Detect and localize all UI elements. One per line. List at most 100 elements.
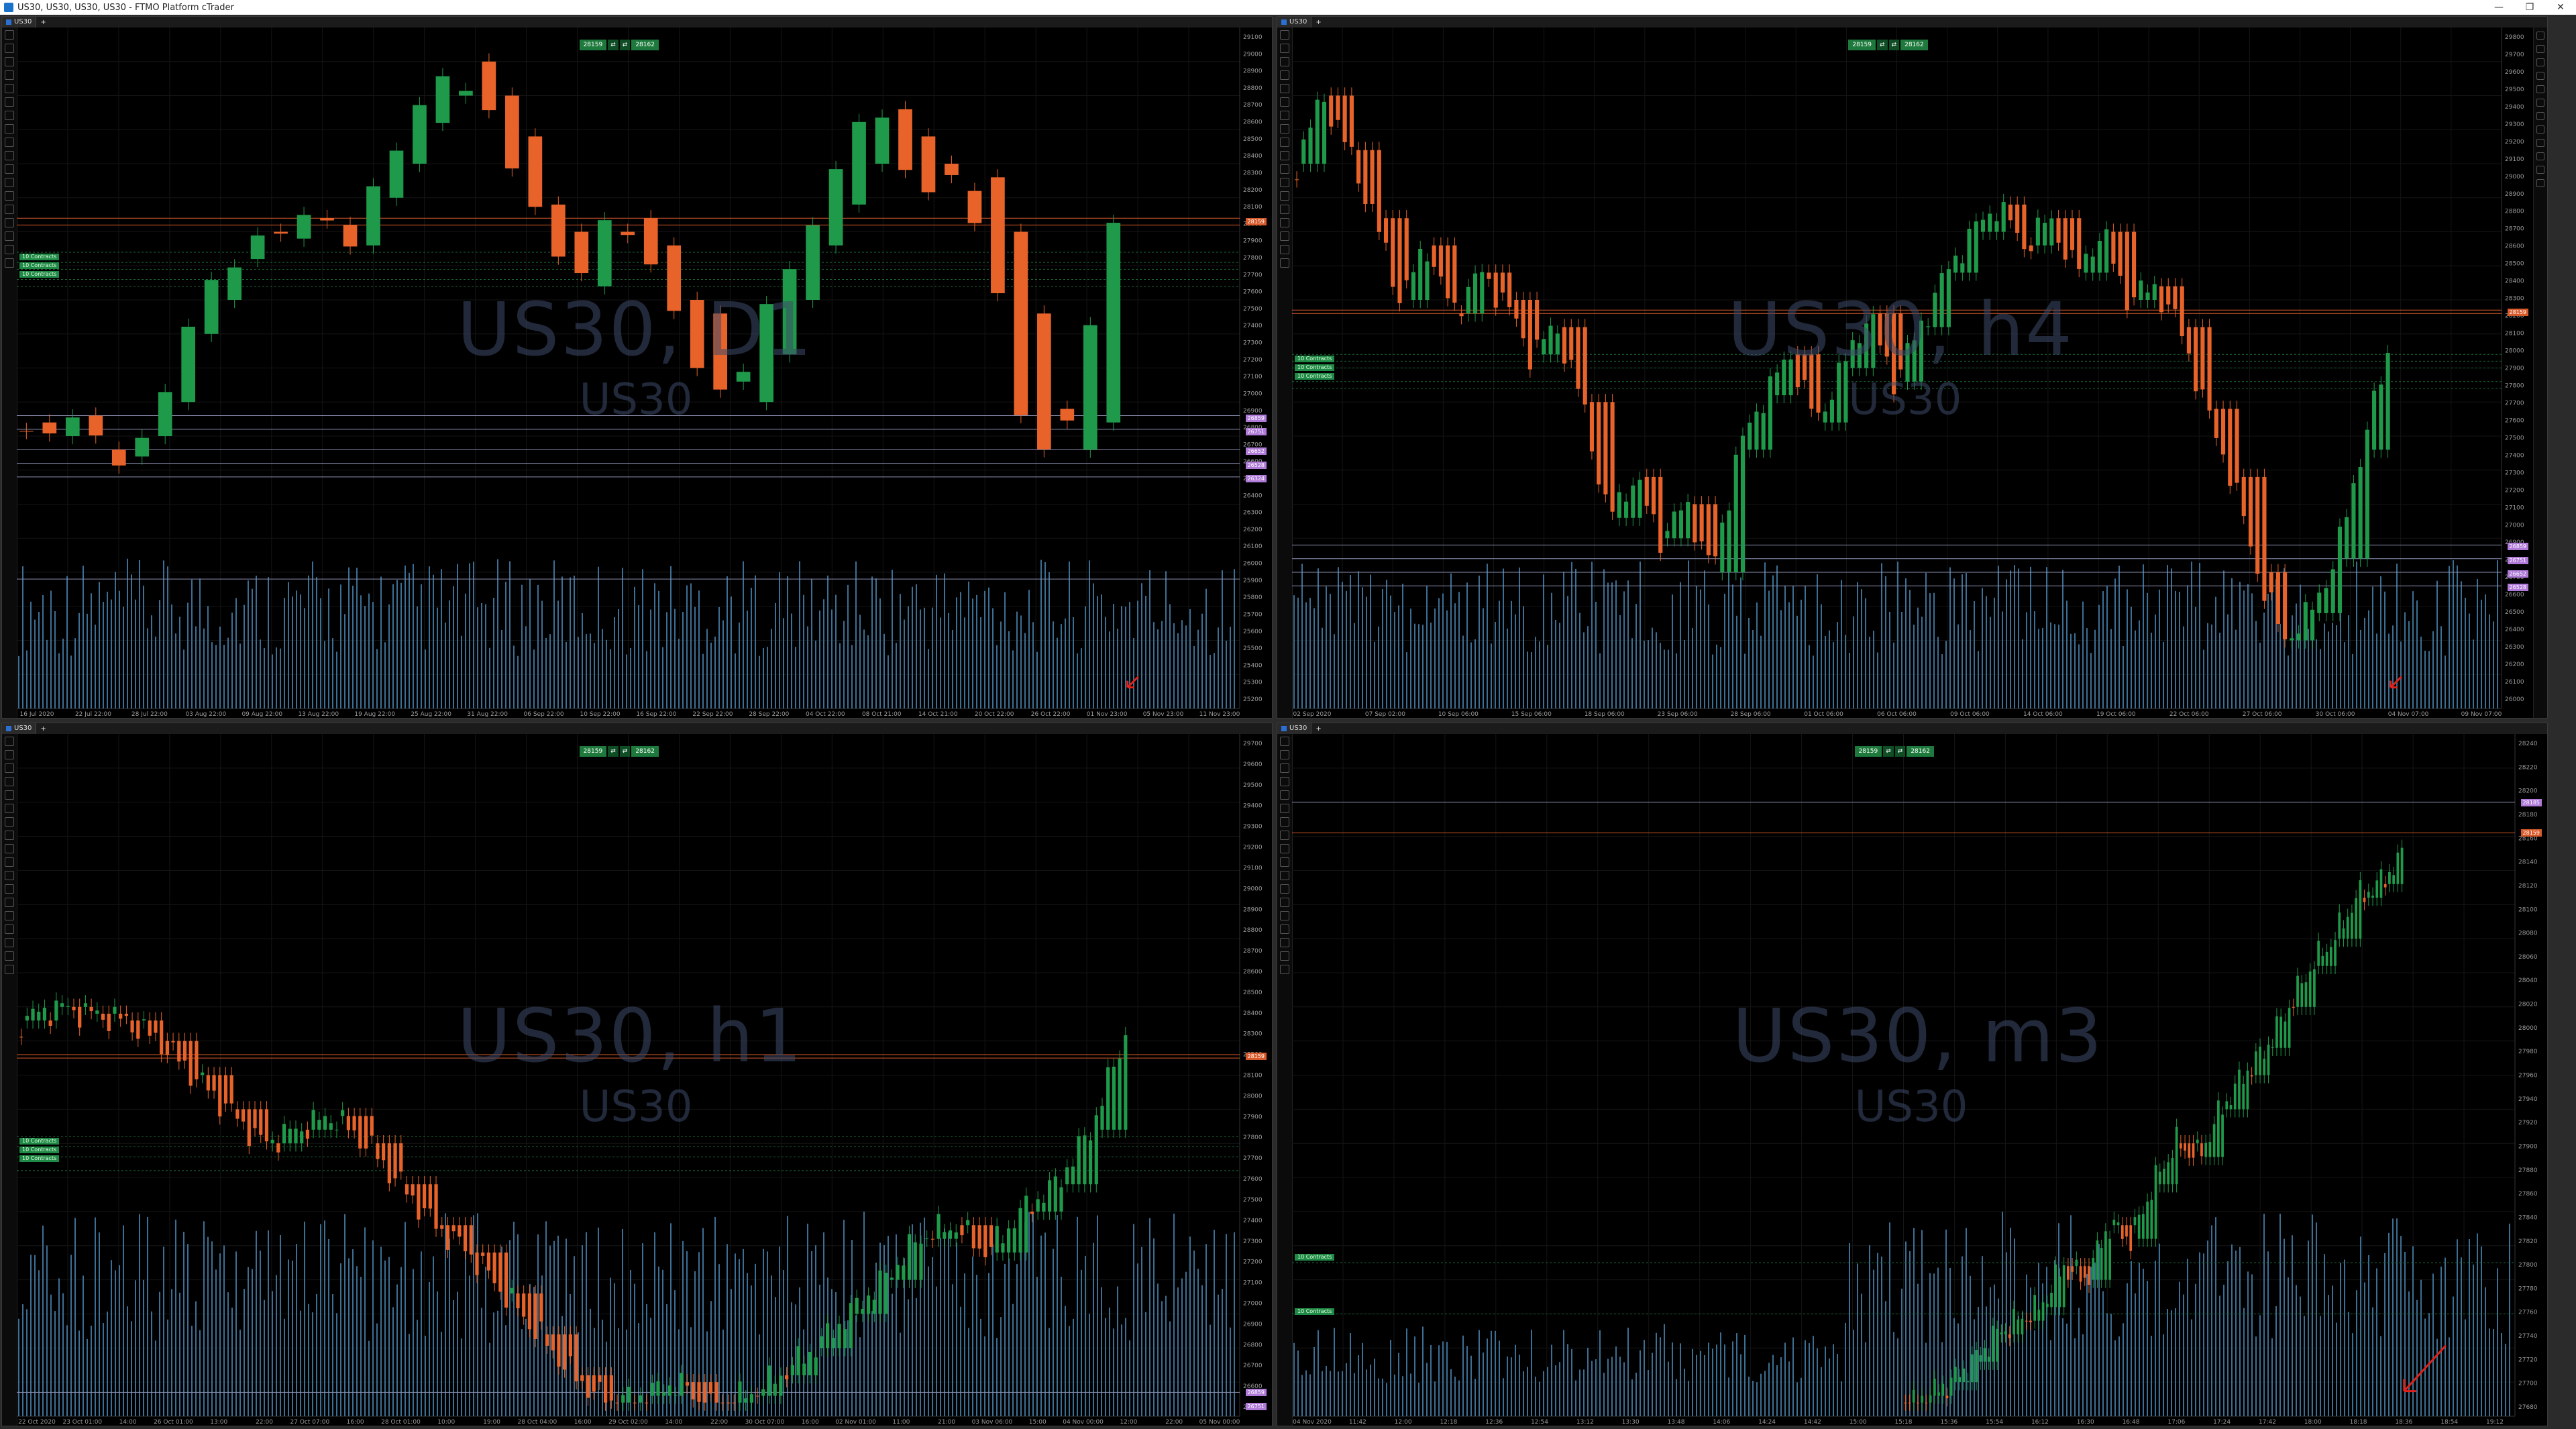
zoom-out-icon[interactable] [5,44,14,53]
channel-icon[interactable] [5,924,14,934]
swap-icon[interactable]: ⇄ [1894,746,1906,757]
arrow-icon[interactable] [1280,938,1289,947]
text-icon[interactable] [1280,191,1289,201]
info-icon[interactable] [1280,70,1289,80]
arrow-icon[interactable] [1280,231,1289,241]
chart-panel-h4[interactable]: US30 +29800 29700 29600 29500 29400 29300 29200… [1277,16,2548,719]
horizontal-line-icon[interactable] [1280,164,1289,174]
calendar-icon[interactable] [5,84,14,93]
fibonacci-icon[interactable] [5,178,14,187]
chart-symbol-tab[interactable]: US30 [1277,17,1312,28]
swap-icon[interactable]: ⇄ [619,40,631,50]
fibonacci-icon[interactable] [5,884,14,894]
position-tag[interactable]: 10 Contracts [19,1138,60,1145]
zoom-in-icon[interactable] [5,30,14,40]
info-icon[interactable] [5,70,14,80]
measure-icon[interactable] [1280,951,1289,961]
line-icon[interactable] [2536,72,2544,80]
swap-icon[interactable]: ⇄ [608,746,619,757]
trend-line-icon[interactable] [1280,151,1289,160]
rectangle-icon[interactable] [5,911,14,920]
buy-price-button[interactable]: 28162 [1900,40,1928,50]
buy-price-button[interactable]: 28162 [631,40,659,50]
brush-icon[interactable] [2536,112,2544,120]
position-tag[interactable]: 10 Contracts [19,1147,60,1154]
horizontal-line-icon[interactable] [5,164,14,174]
chart-symbol-tab[interactable]: US30 [2,723,37,734]
zoom-out-icon[interactable] [5,750,14,759]
fibonacci-icon[interactable] [1280,884,1289,894]
delete-icon[interactable] [1280,965,1289,974]
alert-icon[interactable] [2536,125,2544,134]
shape-icon[interactable] [2536,85,2544,93]
text-icon[interactable] [5,898,14,907]
crosshair-icon[interactable] [1280,763,1289,773]
settings-icon[interactable] [1280,138,1289,147]
position-tag[interactable]: 10 Contracts [1295,1254,1335,1261]
text-icon[interactable] [1280,898,1289,907]
swap-icon[interactable]: ⇄ [1883,746,1894,757]
delete-icon[interactable] [5,258,14,268]
swap-icon[interactable]: ⇄ [608,40,619,50]
zoom-in-icon[interactable] [1280,737,1289,746]
eye-icon[interactable] [1280,111,1289,120]
chart-canvas[interactable]: 2980029700296002950029400293002920029100… [1292,28,2534,718]
text-icon[interactable] [5,191,14,201]
sell-price-button[interactable]: 28159 [579,40,607,50]
position-tag[interactable]: 10 Contracts [19,262,60,270]
crosshair-icon[interactable] [5,57,14,66]
rectangle-icon[interactable] [1280,205,1289,214]
add-tab-icon[interactable]: + [36,725,50,733]
close-button[interactable]: ✕ [2545,0,2576,15]
chart-plot-area[interactable]: 28240 28220 28200 28180 28160 28140 28120 28100… [1292,734,2547,1426]
text-icon[interactable] [2536,99,2544,107]
channel-icon[interactable] [1280,218,1289,227]
zoom-in-icon[interactable] [5,737,14,746]
chart-panel-m3[interactable]: US30 +28240 28220 28200 28180 28160 28140 28120… [1277,723,2548,1426]
grid-icon[interactable] [2536,179,2544,187]
rectangle-icon[interactable] [5,205,14,214]
position-tag[interactable]: 10 Contracts [1295,373,1335,380]
position-tag[interactable]: 10 Contracts [1295,1308,1335,1316]
cursor-icon[interactable] [2536,45,2544,53]
add-tab-icon[interactable]: + [1311,19,1325,26]
swap-icon[interactable]: ⇄ [1877,40,1888,50]
measure-icon[interactable] [5,951,14,961]
crosshair-icon[interactable] [5,763,14,773]
position-tag[interactable]: 10 Contracts [1295,356,1335,363]
lock-icon[interactable] [1280,124,1289,134]
pointer-icon[interactable] [2536,32,2544,40]
sell-price-button[interactable]: 28159 [579,746,607,757]
swap-icon[interactable]: ⇄ [1888,40,1900,50]
calendar-icon[interactable] [5,790,14,800]
swap-icon[interactable]: ⇄ [619,746,631,757]
trend-line-icon[interactable] [5,857,14,867]
chart-panel-h1[interactable]: US30 +29700 29600 29500 29400 29300 29200 29100… [1,723,1273,1426]
chart-symbol-tab[interactable]: US30 [2,17,37,28]
layers-icon[interactable] [5,97,14,107]
lock-icon[interactable] [5,831,14,840]
add-tab-icon[interactable]: + [36,19,50,26]
layers-icon[interactable] [5,804,14,813]
arrow-icon[interactable] [5,938,14,947]
bell-icon[interactable] [2536,139,2544,147]
arrow-icon[interactable] [5,231,14,241]
layers-icon[interactable] [1280,804,1289,813]
pin-icon[interactable] [2536,152,2544,160]
position-tag[interactable]: 10 Contracts [19,1155,60,1163]
eye-icon[interactable] [1280,817,1289,827]
zoom-out-icon[interactable] [1280,750,1289,759]
crosshair-icon[interactable] [1280,57,1289,66]
chart-canvas[interactable]: 2910029000289002880028700286002850028400… [17,28,1272,718]
chart-symbol-tab[interactable]: US30 [1277,723,1312,734]
calendar-icon[interactable] [1280,790,1289,800]
layers-icon[interactable] [1280,97,1289,107]
chart-canvas[interactable]: 2824028220282002818028160281402812028100… [1292,734,2547,1426]
buy-price-button[interactable]: 28162 [631,746,659,757]
delete-icon[interactable] [1280,258,1289,268]
info-icon[interactable] [5,777,14,786]
rectangle-icon[interactable] [1280,911,1289,920]
fibonacci-icon[interactable] [1280,178,1289,187]
chart-panel-d1[interactable]: US30 +29100 29000 28900 28800 28700 28600 28500… [1,16,1273,719]
trend-line-icon[interactable] [5,151,14,160]
